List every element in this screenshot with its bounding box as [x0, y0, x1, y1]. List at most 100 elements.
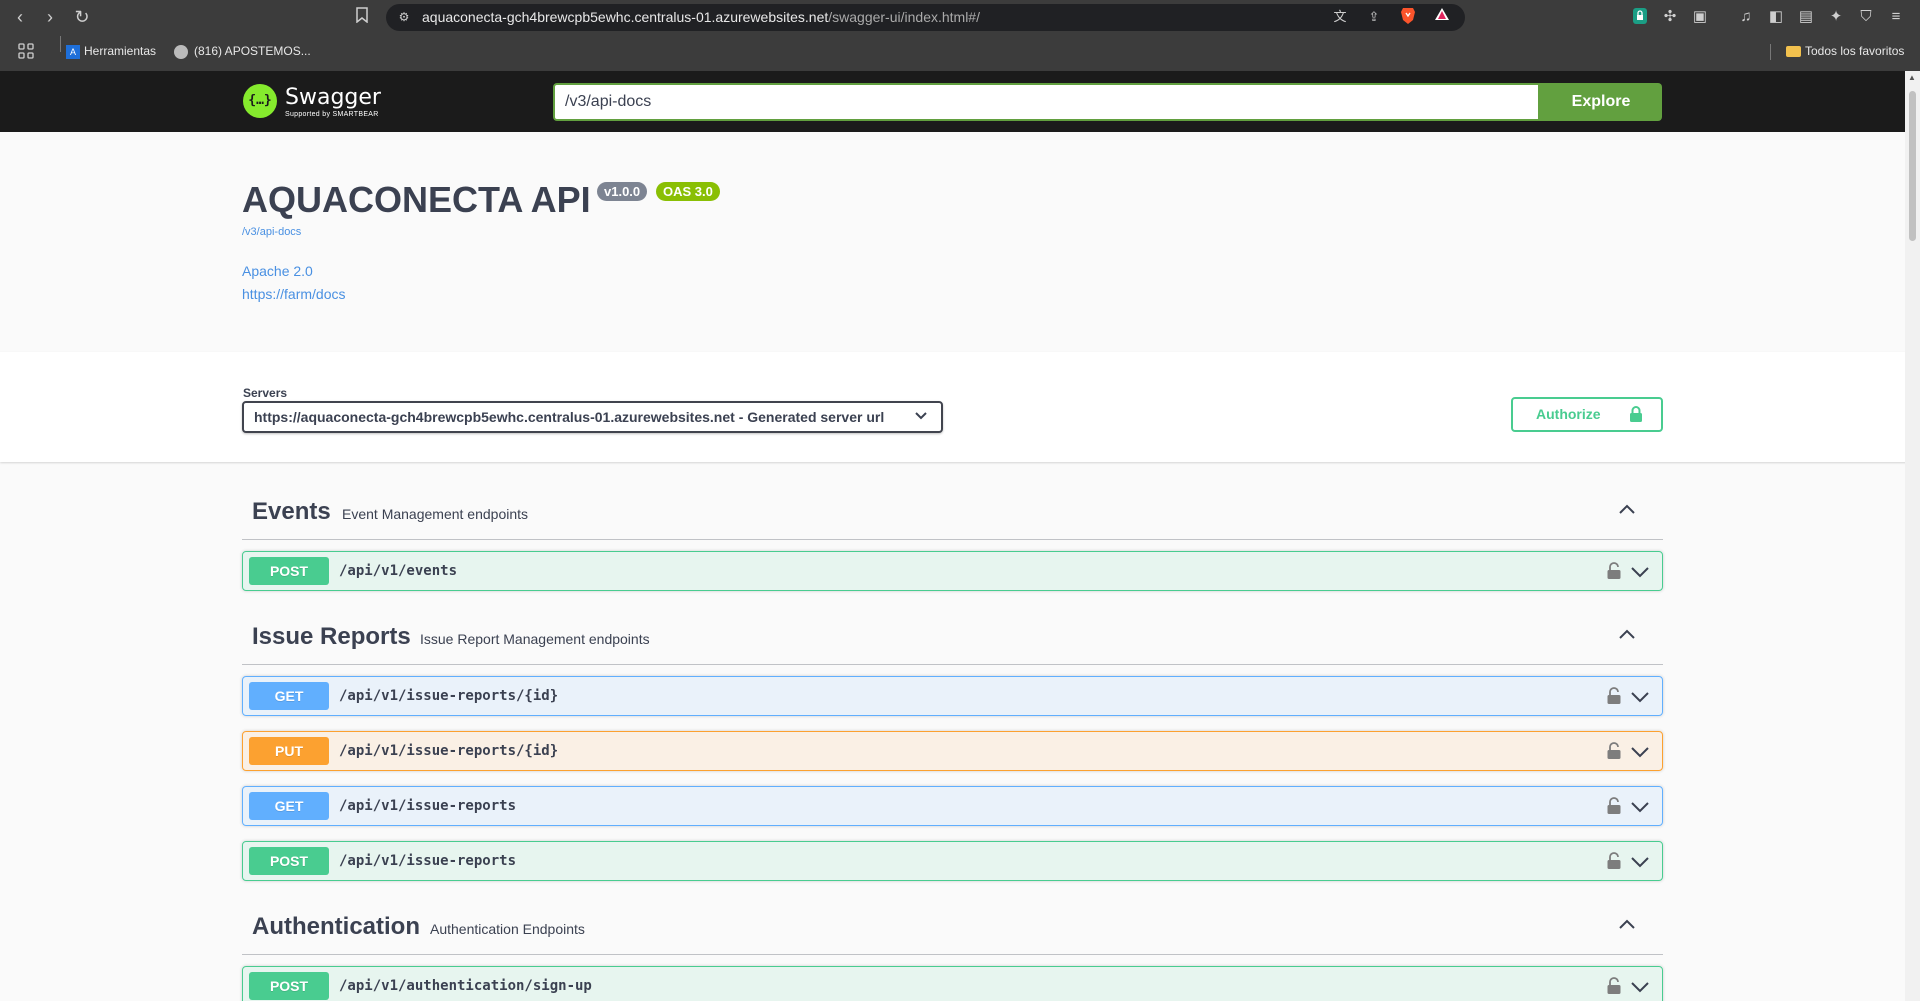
rewards-icon[interactable]	[1432, 7, 1452, 27]
authorize-button[interactable]: Authorize	[1511, 397, 1663, 432]
bookmark-label: Herramientas	[84, 44, 157, 58]
license-link[interactable]: Apache 2.0	[242, 263, 313, 279]
translate-icon[interactable]: 文	[1330, 7, 1350, 27]
url-path: /swagger-ui/index.html#/	[828, 9, 980, 25]
chevron-down-icon[interactable]	[1630, 689, 1650, 705]
tag-issue-reports[interactable]: Issue Reports Issue Report Management en…	[242, 609, 1663, 665]
media-icon[interactable]: ♫	[1736, 7, 1756, 27]
wallet-icon[interactable]: ▤	[1796, 7, 1816, 27]
unlocked-icon[interactable]	[1606, 977, 1622, 995]
operation-get-issue-reports[interactable]: GET /api/v1/issue-reports	[242, 786, 1663, 826]
chevron-up-icon[interactable]	[1615, 498, 1639, 522]
all-bookmarks-label: Todos los favoritos	[1805, 44, 1905, 58]
tag-authentication[interactable]: Authentication Authentication Endpoints	[242, 899, 1663, 955]
leo-ai-icon[interactable]: ✦	[1826, 7, 1846, 27]
tag-description: Authentication Endpoints	[430, 921, 585, 937]
herramientas-icon: A	[66, 44, 80, 59]
chevron-down-icon[interactable]	[1630, 744, 1650, 760]
site-settings-icon[interactable]: ⚙	[394, 7, 414, 27]
unlocked-icon[interactable]	[1606, 797, 1622, 815]
tag-name: Events	[252, 498, 331, 525]
bookmark-herramientas[interactable]: A Herramientas	[66, 44, 156, 59]
swagger-logo-subtitle: Supported by SMARTBEAR	[285, 111, 379, 118]
scrollbar-thumb[interactable]	[1909, 91, 1916, 241]
operation-get-issue-report-by-id[interactable]: GET /api/v1/issue-reports/{id}	[242, 676, 1663, 716]
tag-description: Event Management endpoints	[342, 506, 529, 522]
bookmark-label: (816) APOSTEMOS...	[194, 44, 311, 58]
unlocked-icon[interactable]	[1606, 687, 1622, 705]
operation-path: /api/v1/issue-reports	[339, 853, 517, 869]
version-badge: v1.0.0	[597, 182, 648, 201]
servers-select[interactable]: https://aquaconecta-gch4brewcpb5ewhc.cen…	[242, 401, 943, 433]
bookmark-apostemos[interactable]: (816) APOSTEMOS...	[174, 44, 311, 59]
sidebar-toggle-icon[interactable]: ◧	[1766, 7, 1786, 27]
swagger-logo-icon: {…}	[243, 84, 277, 118]
docs-link[interactable]: https://farm/docs	[242, 286, 345, 302]
tag-name: Authentication	[252, 913, 420, 940]
reader-icon[interactable]: ▣	[1690, 7, 1710, 27]
operation-path: /api/v1/issue-reports/{id}	[339, 688, 559, 704]
spec-link[interactable]: /v3/api-docs	[242, 226, 301, 238]
all-bookmarks[interactable]: Todos los favoritos	[1786, 44, 1904, 58]
reload-icon[interactable]: ↻	[70, 5, 94, 29]
operation-post-issue-reports[interactable]: POST /api/v1/issue-reports	[242, 841, 1663, 881]
chevron-down-icon[interactable]	[1630, 564, 1650, 580]
menu-icon[interactable]: ≡	[1886, 7, 1906, 27]
address-url: aquaconecta-gch4brewcpb5ewhc.centralus-0…	[422, 9, 980, 25]
unlocked-icon[interactable]	[1606, 742, 1622, 760]
servers-section: Servers https://aquaconecta-gch4brewcpb5…	[0, 352, 1920, 462]
chevron-up-icon[interactable]	[1615, 623, 1639, 647]
apps-grid-icon[interactable]	[16, 43, 36, 63]
url-host: aquaconecta-gch4brewcpb5ewhc.centralus-0…	[422, 9, 829, 25]
bookmark-divider	[1770, 44, 1771, 60]
servers-label: Servers	[243, 386, 288, 400]
chevron-up-icon[interactable]	[1615, 913, 1639, 937]
browser-toolbar: ‹ › ↻ ⚙ aquaconecta-gch4brewcpb5ewhc.cen…	[0, 0, 1920, 35]
method-badge: GET	[249, 792, 329, 820]
chevron-down-icon[interactable]	[1630, 979, 1650, 995]
servers-selected-value: https://aquaconecta-gch4brewcpb5ewhc.cen…	[254, 409, 885, 425]
method-badge: POST	[249, 557, 329, 585]
extensions-icon[interactable]: ✣	[1660, 7, 1680, 27]
folder-icon	[1786, 46, 1801, 58]
chevron-down-icon	[915, 409, 927, 423]
operation-post-events[interactable]: POST /api/v1/events	[242, 551, 1663, 591]
operation-put-issue-report[interactable]: PUT /api/v1/issue-reports/{id}	[242, 731, 1663, 771]
method-badge: GET	[249, 682, 329, 710]
chevron-down-icon[interactable]	[1630, 799, 1650, 815]
method-badge: POST	[249, 847, 329, 875]
lock-icon	[1630, 406, 1642, 422]
brave-shield-icon[interactable]	[1398, 7, 1418, 27]
shield-icon[interactable]: ⛉	[1856, 7, 1876, 27]
tag-name: Issue Reports	[252, 623, 411, 650]
oas-badge: OAS 3.0	[656, 182, 720, 201]
vpn-icon[interactable]	[1630, 7, 1650, 27]
unlocked-icon[interactable]	[1606, 852, 1622, 870]
share-icon[interactable]: ⇪	[1364, 7, 1384, 27]
explore-button[interactable]: Explore	[1540, 83, 1662, 121]
explore-url-input[interactable]	[553, 83, 1540, 121]
scroll-up-icon[interactable]: ▲	[1908, 73, 1916, 82]
operation-path: /api/v1/issue-reports/{id}	[339, 743, 559, 759]
page-scrollbar[interactable]: ▲	[1905, 71, 1920, 1001]
chevron-down-icon[interactable]	[1630, 854, 1650, 870]
swagger-logo-text: Swagger	[285, 85, 381, 110]
globe-icon	[174, 44, 188, 59]
bookmark-page-icon[interactable]	[352, 7, 372, 27]
tag-description: Issue Report Management endpoints	[420, 631, 650, 647]
api-info: AQUACONECTA API v1.0.0 OAS 3.0 /v3/api-d…	[0, 132, 1920, 352]
forward-icon[interactable]: ›	[38, 5, 62, 29]
unlocked-icon[interactable]	[1606, 562, 1622, 580]
operation-post-sign-up[interactable]: POST /api/v1/authentication/sign-up	[242, 966, 1663, 1001]
address-bar[interactable]: ⚙ aquaconecta-gch4brewcpb5ewhc.centralus…	[386, 4, 1465, 31]
tag-events[interactable]: Events Event Management endpoints	[242, 484, 1663, 540]
swagger-topbar: {…} Swagger Supported by SMARTBEAR Explo…	[0, 71, 1920, 132]
method-badge: POST	[249, 972, 329, 1000]
method-badge: PUT	[249, 737, 329, 765]
operation-path: /api/v1/events	[339, 563, 458, 579]
operation-path: /api/v1/authentication/sign-up	[339, 978, 592, 994]
back-icon[interactable]: ‹	[8, 5, 32, 29]
bookmark-divider	[60, 36, 61, 52]
operation-path: /api/v1/issue-reports	[339, 798, 517, 814]
api-title: AQUACONECTA API	[242, 179, 591, 220]
